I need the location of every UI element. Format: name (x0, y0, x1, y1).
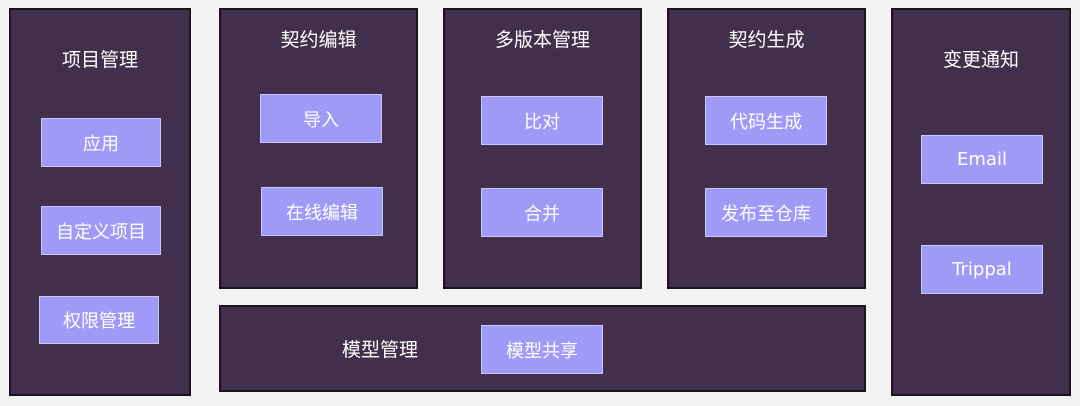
panel-title-contract-edit: 契约编辑 (280, 29, 357, 51)
panel-title-contract-generate: 契约生成 (728, 29, 805, 51)
panel-contract-generate: 契约生成 代码生成 发布至仓库 (667, 8, 866, 289)
button-merge[interactable]: 合并 (481, 188, 603, 237)
panel-contract-edit: 契约编辑 导入 在线编辑 (219, 8, 418, 289)
button-import[interactable]: 导入 (260, 94, 382, 143)
button-publish-to-repo[interactable]: 发布至仓库 (705, 188, 827, 237)
panel-title-multi-version: 多版本管理 (494, 29, 590, 51)
panel-title-change-notify: 变更通知 (942, 49, 1019, 71)
button-code-generate[interactable]: 代码生成 (705, 96, 827, 145)
button-online-edit[interactable]: 在线编辑 (261, 187, 383, 236)
panel-project-management: 项目管理 应用 自定义项目 权限管理 (9, 8, 191, 396)
panel-title-project-management: 项目管理 (61, 49, 138, 71)
panel-model-management: 模型管理 模型共享 (219, 305, 866, 392)
button-compare[interactable]: 比对 (481, 96, 603, 145)
panel-title-model-management: 模型管理 (342, 339, 419, 361)
button-permission-management[interactable]: 权限管理 (39, 296, 159, 344)
panel-change-notify: 变更通知 Email Trippal (891, 8, 1071, 396)
button-trippal[interactable]: Trippal (921, 245, 1043, 294)
button-custom-project[interactable]: 自定义项目 (41, 206, 161, 255)
button-email[interactable]: Email (921, 135, 1043, 184)
button-model-sharing[interactable]: 模型共享 (481, 325, 603, 374)
panel-multi-version: 多版本管理 比对 合并 (443, 8, 642, 289)
button-application[interactable]: 应用 (41, 118, 161, 167)
